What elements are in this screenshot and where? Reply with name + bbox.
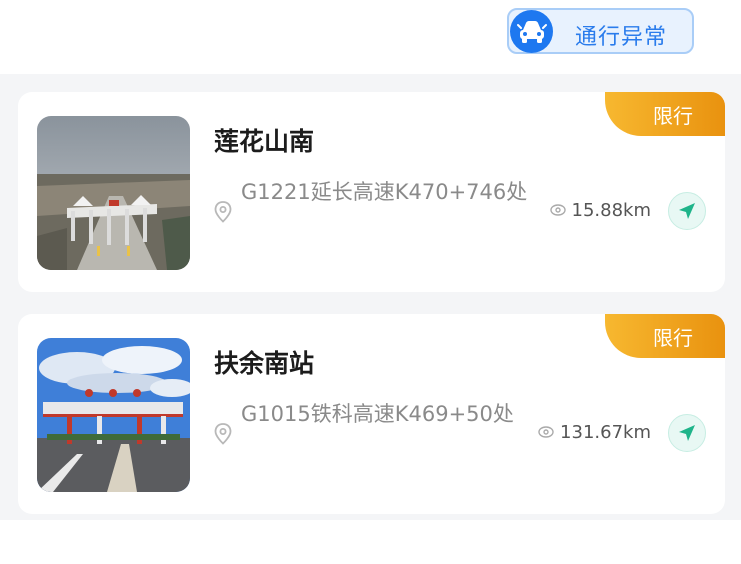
navigate-button[interactable]	[668, 192, 706, 230]
station-name: 扶余南站	[214, 349, 315, 378]
distance-eye-icon	[549, 204, 566, 216]
station-photo	[37, 338, 190, 492]
distance-info: 15.88km	[549, 198, 652, 222]
navigate-arrow-icon	[679, 425, 695, 441]
distance-eye-icon	[538, 426, 554, 438]
restriction-badge: 限行	[605, 92, 725, 136]
car-warning-icon	[510, 10, 553, 53]
station-card[interactable]: 限行 莲花山南 G1221延长高速K470+746处 15.88km	[18, 92, 725, 292]
distance-value: 15.88km	[571, 199, 652, 221]
navigate-arrow-icon	[679, 203, 695, 219]
distance-value: 131.67km	[560, 421, 651, 443]
top-bar: 通行异常	[0, 0, 741, 74]
station-address: G1015铁科高速K469+50处	[241, 402, 514, 426]
station-address: G1221延长高速K470+746处	[241, 180, 528, 204]
station-photo	[37, 116, 190, 270]
traffic-exception-label: 通行异常	[575, 25, 668, 50]
station-name: 莲花山南	[214, 127, 315, 156]
distance-info: 131.67km	[538, 420, 651, 444]
station-card[interactable]: 限行 扶余南站 G1015铁科高速K469+50处 131.67km	[18, 314, 725, 514]
navigate-button[interactable]	[668, 414, 706, 452]
location-pin-icon	[213, 200, 233, 224]
traffic-exception-button[interactable]: 通行异常	[507, 8, 694, 54]
restriction-badge: 限行	[605, 314, 725, 358]
location-pin-icon	[213, 422, 233, 446]
